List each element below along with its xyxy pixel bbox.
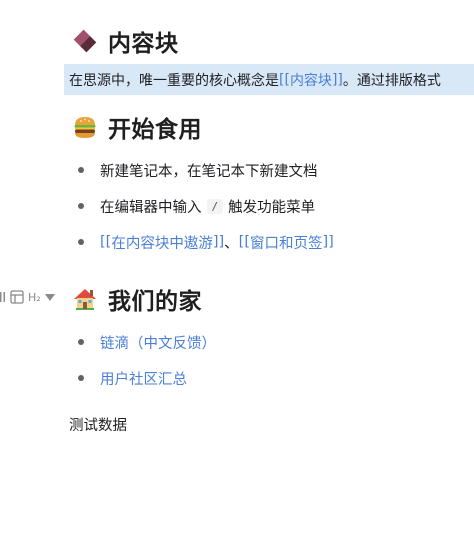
bullet-dot-icon[interactable] (78, 203, 84, 209)
inline-code: / (206, 198, 224, 214)
bullet-dot-icon[interactable] (78, 339, 84, 345)
bullet-dot-icon[interactable] (78, 375, 84, 381)
block-gutter: H₂ (0, 288, 55, 306)
getting-started-list: 新建笔记本，在笔记本下新建文档 在编辑器中输入 / 触发功能菜单 [[ 在内容块… (70, 152, 334, 260)
ref-close-bracket: ]] (331, 71, 343, 88)
list-item[interactable]: 在编辑器中输入 / 触发功能菜单 (70, 188, 334, 224)
block-ref-link[interactable]: 内容块 (290, 70, 332, 90)
fold-caret-icon[interactable] (44, 289, 55, 305)
ref-open-bracket: [[ (279, 71, 290, 88)
list-item[interactable]: 用户社区汇总 (70, 360, 216, 396)
list-item[interactable]: 新建笔记本，在笔记本下新建文档 (70, 152, 334, 188)
list-item[interactable]: 链滴（中文反馈） (70, 324, 216, 360)
paragraph-block[interactable]: 测试数据 (69, 414, 127, 435)
doc-ref-link[interactable]: 在内容块中遨游 (111, 232, 213, 253)
paragraph-suffix-text: 。通过排版格式 (342, 72, 441, 89)
list-item[interactable]: [[ 在内容块中遨游 ]] 、 [[ 窗口和页签 ]] (70, 224, 334, 260)
heading-getting-started[interactable]: 开始食用 (72, 110, 202, 144)
editor-page: 内容块 在思源中，唯一重要的核心概念是 [[ 内容块 ]] 。通过排版格式 开始… (0, 0, 474, 540)
separator-text: 、 (224, 235, 239, 252)
heading-our-home[interactable]: 我们的家 (72, 282, 202, 316)
list-item-text: 触发功能菜单 (228, 199, 316, 216)
ref-close-bracket: ]] (212, 234, 225, 250)
doc-ref-link[interactable]: 窗口和页签 (250, 232, 323, 253)
list-item-text: 新建笔记本，在笔记本下新建文档 (100, 163, 318, 180)
house-icon (74, 289, 96, 310)
heading-content-block[interactable]: 内容块 (72, 24, 179, 58)
rectangle-block-icon (73, 29, 97, 53)
bullet-dot-icon[interactable] (78, 239, 84, 245)
external-link[interactable]: 链滴（中文反馈） (100, 332, 216, 353)
ref-close-bracket: ]] (322, 234, 334, 250)
bullet-dot-icon[interactable] (78, 167, 84, 173)
external-link[interactable]: 用户社区汇总 (100, 368, 187, 389)
community-list: 链滴（中文反馈） 用户社区汇总 (70, 324, 216, 396)
heading-title: 我们的家 (108, 289, 202, 315)
layout-icon[interactable] (10, 289, 24, 305)
heading-title: 内容块 (108, 31, 179, 57)
ref-open-bracket: [[ (100, 234, 112, 250)
hamburger-icon (74, 117, 96, 138)
heading-title: 开始食用 (108, 117, 202, 143)
drag-handle-icon[interactable] (0, 289, 6, 305)
list-item-text: 在编辑器中输入 (100, 199, 202, 216)
paragraph-prefix-text: 在思源中，唯一重要的核心概念是 (69, 72, 279, 89)
heading-level-button[interactable]: H₂ (28, 289, 41, 305)
highlighted-paragraph[interactable]: 在思源中，唯一重要的核心概念是 [[ 内容块 ]] 。通过排版格式 (64, 64, 474, 95)
ref-open-bracket: [[ (238, 234, 250, 250)
